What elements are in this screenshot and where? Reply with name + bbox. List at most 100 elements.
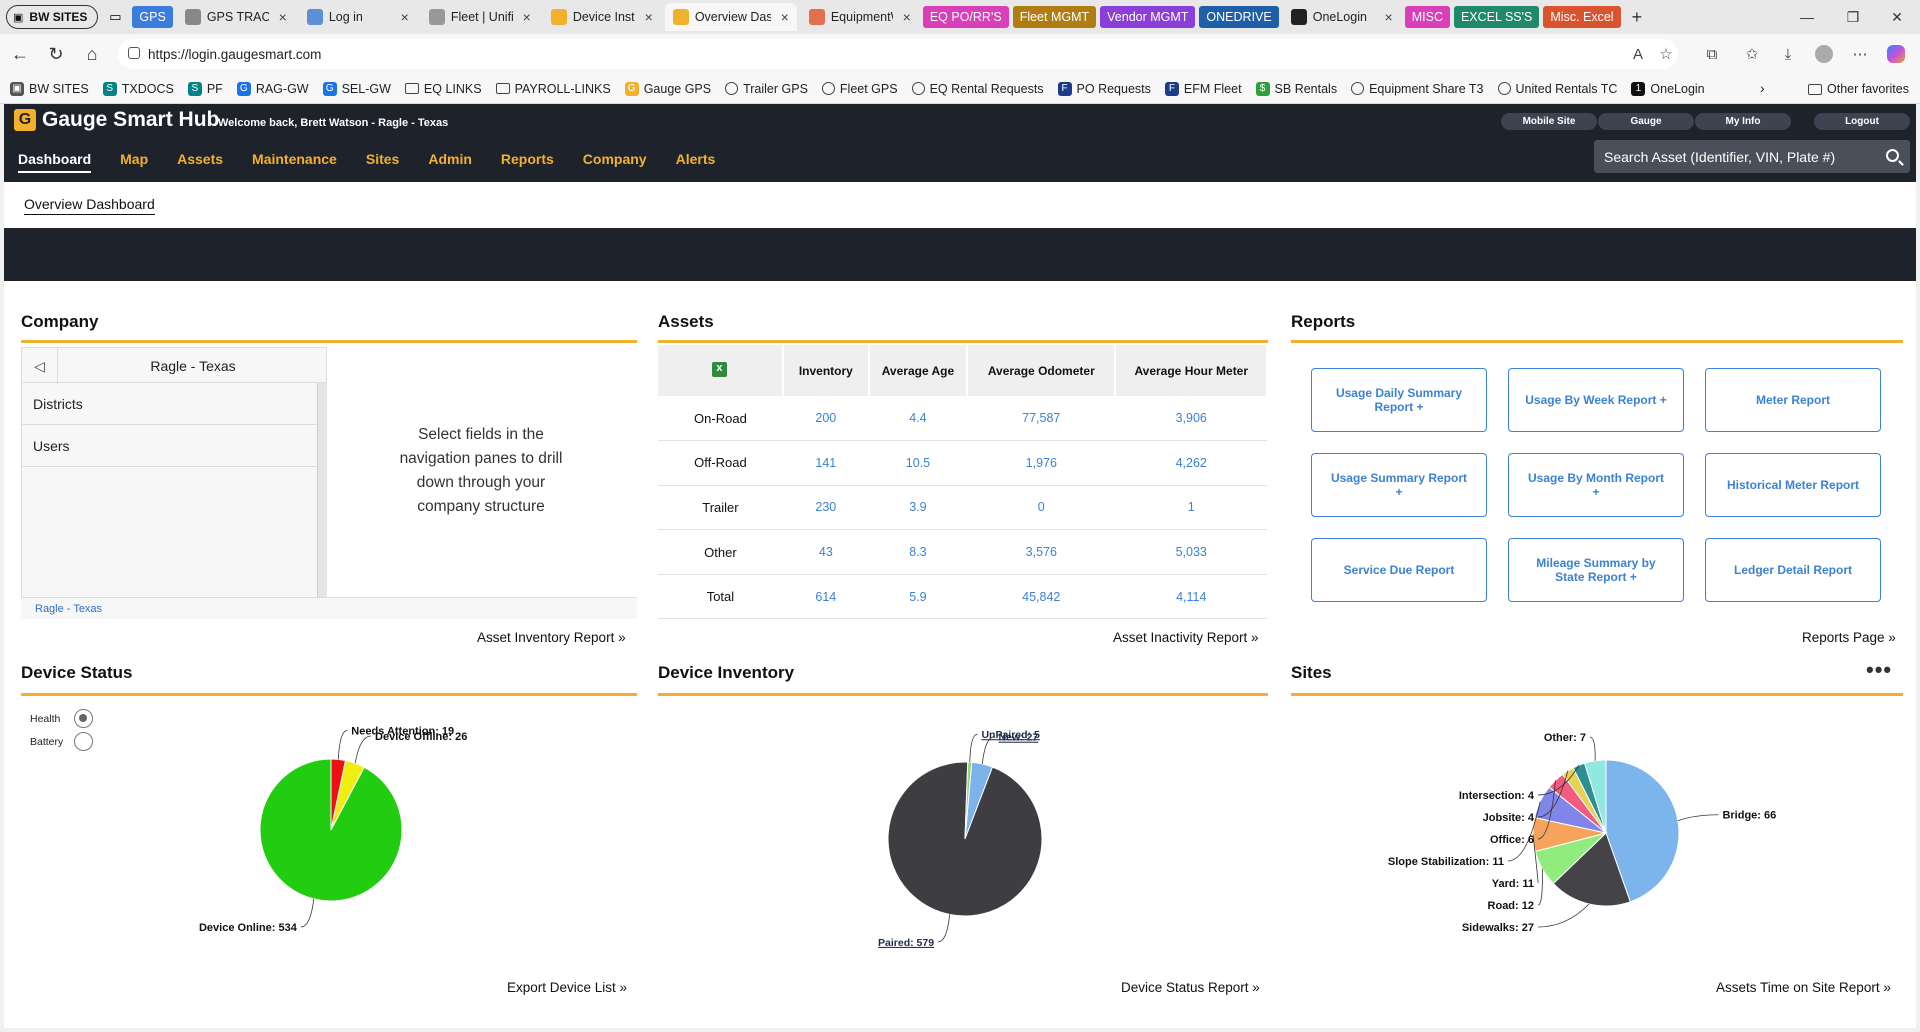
downloads-icon[interactable]: ⤓	[1776, 42, 1800, 66]
col-header[interactable]: Inventory	[782, 345, 870, 396]
close-tab-icon[interactable]: ×	[645, 9, 653, 25]
favorite-star-icon[interactable]: ☆	[1654, 42, 1678, 66]
report-button[interactable]: Ledger Detail Report	[1705, 538, 1881, 602]
favorite-item[interactable]: EQ Rental Requests	[911, 82, 1044, 96]
tab-group-14[interactable]: Misc. Excel	[1543, 6, 1621, 28]
report-button[interactable]: Historical Meter Report	[1705, 453, 1881, 517]
table-cell[interactable]: 10.5	[868, 440, 968, 486]
nav-reports[interactable]: Reports	[501, 151, 554, 173]
company-item-users[interactable]: Users	[21, 425, 317, 467]
favorite-item[interactable]: F PO Requests	[1057, 81, 1151, 96]
tab-group-bw-sites[interactable]: ▣ BW SITES	[6, 5, 99, 29]
assets-time-on-site-report-link[interactable]: Assets Time on Site Report »	[1716, 980, 1891, 995]
favorite-item[interactable]: United Rentals TC	[1497, 82, 1617, 96]
close-tab-icon[interactable]: ×	[401, 9, 409, 25]
browser-tab-2[interactable]: Log in ×	[299, 3, 417, 31]
site-info-icon[interactable]	[128, 47, 140, 59]
tab-group-8[interactable]: Fleet MGMT	[1012, 6, 1097, 28]
close-tab-icon[interactable]: ×	[523, 9, 531, 25]
nav-sites[interactable]: Sites	[366, 151, 399, 173]
nav-assets[interactable]: Assets	[177, 151, 223, 173]
nav-admin[interactable]: Admin	[428, 151, 472, 173]
back-icon[interactable]: ←	[4, 38, 36, 70]
col-header[interactable]: Average Odometer	[967, 345, 1117, 396]
table-cell[interactable]: 3.9	[868, 485, 968, 531]
report-button[interactable]: Service Due Report	[1311, 538, 1487, 602]
back-triangle-icon[interactable]: ◁	[22, 348, 58, 384]
tab-group-10[interactable]: ONEDRIVE	[1199, 6, 1279, 28]
favorite-item[interactable]: ▣ BW SITES	[10, 81, 89, 96]
close-tab-icon[interactable]: ×	[279, 9, 287, 25]
pie-slice[interactable]	[259, 758, 403, 902]
favorite-item[interactable]: G RAG-GW	[236, 81, 309, 96]
sites-menu-icon[interactable]: •••	[1866, 657, 1892, 683]
col-header[interactable]: Average Age	[868, 345, 969, 396]
company-scrollbar[interactable]	[317, 383, 327, 597]
favorite-item[interactable]: 1 OneLogin	[1631, 81, 1705, 96]
profile-icon[interactable]	[1812, 42, 1836, 66]
favorite-item[interactable]: G Gauge GPS	[624, 81, 711, 96]
favorite-item[interactable]: G SEL-GW	[322, 81, 391, 96]
nav-company[interactable]: Company	[583, 151, 647, 173]
tab-group-7[interactable]: EQ PO/RR'S	[922, 6, 1009, 28]
refresh-icon[interactable]: ↻	[40, 38, 72, 70]
table-cell[interactable]: 4,114	[1115, 574, 1267, 620]
favorite-item[interactable]: Equipment Share T3	[1351, 82, 1484, 96]
browser-tab-5[interactable]: Overview Das ×	[664, 3, 797, 31]
tab-group-9[interactable]: Vendor MGMT	[1100, 6, 1196, 28]
report-button[interactable]: Meter Report	[1705, 368, 1881, 432]
favorites-icon[interactable]: ✩	[1740, 42, 1764, 66]
excel-icon[interactable]	[712, 361, 728, 377]
asset-inactivity-report-link[interactable]: Asset Inactivity Report »	[1113, 630, 1259, 645]
favorite-item[interactable]: $ SB Rentals	[1255, 81, 1337, 96]
report-button[interactable]: Usage By Month Report +	[1508, 453, 1684, 517]
search-asset-input[interactable]: Search Asset (Identifier, VIN, Plate #)	[1594, 140, 1910, 173]
close-tab-icon[interactable]: ×	[781, 9, 789, 25]
tab-actions-icon[interactable]: ▭	[101, 9, 129, 25]
table-cell[interactable]: 5.9	[868, 574, 968, 620]
reports-page-link[interactable]: Reports Page »	[1802, 630, 1896, 645]
favorite-item[interactable]: Trailer GPS	[725, 82, 808, 96]
close-window-icon[interactable]: ✕	[1874, 0, 1920, 34]
logout-button[interactable]: Logout	[1814, 113, 1910, 130]
table-cell[interactable]: 1,976	[967, 440, 1116, 486]
nav-maintenance[interactable]: Maintenance	[252, 151, 337, 173]
browser-tab-6[interactable]: EquipmentW ×	[801, 3, 919, 31]
favorite-item[interactable]: EQ LINKS	[404, 82, 482, 96]
export-device-list-link[interactable]: Export Device List »	[507, 980, 627, 995]
table-cell[interactable]: 614	[782, 574, 869, 620]
mobile-site-button[interactable]: Mobile Site	[1501, 113, 1597, 130]
search-icon[interactable]	[1886, 149, 1899, 162]
gauge-button[interactable]: Gauge	[1598, 113, 1694, 130]
report-button[interactable]: Usage Summary Report +	[1311, 453, 1487, 517]
table-cell[interactable]: 8.3	[868, 529, 968, 575]
company-breadcrumb[interactable]: Ragle - Texas	[35, 603, 102, 615]
export-excel-cell[interactable]	[658, 345, 784, 396]
favorite-item[interactable]: Fleet GPS	[821, 82, 898, 96]
table-cell[interactable]: 3,576	[967, 529, 1116, 575]
table-cell[interactable]: 45,842	[967, 574, 1116, 620]
table-cell[interactable]: 1	[1115, 485, 1267, 531]
url-field[interactable]: https://login.gaugesmart.com	[118, 39, 1678, 69]
tab-group-13[interactable]: EXCEL SS'S	[1453, 6, 1540, 28]
table-cell[interactable]: 5,033	[1115, 529, 1267, 575]
asset-inventory-report-link[interactable]: Asset Inventory Report »	[477, 630, 626, 645]
favorite-item[interactable]: S TXDOCS	[102, 81, 174, 96]
restore-icon[interactable]: ❐	[1830, 0, 1876, 34]
device-status-report-link[interactable]: Device Status Report »	[1121, 980, 1260, 995]
table-cell[interactable]: 4.4	[868, 396, 968, 442]
company-item-districts[interactable]: Districts	[21, 383, 317, 425]
nav-map[interactable]: Map	[120, 151, 148, 173]
report-button[interactable]: Usage Daily Summary Report +	[1311, 368, 1487, 432]
other-favorites[interactable]: Other favorites	[1808, 82, 1909, 96]
minimize-icon[interactable]: —	[1784, 0, 1830, 34]
favorite-item[interactable]: F EFM Fleet	[1164, 81, 1242, 96]
report-button[interactable]: Mileage Summary by State Report +	[1508, 538, 1684, 602]
read-aloud-icon[interactable]: A	[1626, 42, 1650, 66]
table-cell[interactable]: 4,262	[1115, 440, 1267, 486]
extensions-icon[interactable]: ⧉	[1700, 42, 1724, 66]
browser-tab-3[interactable]: Fleet | Unified ×	[421, 3, 539, 31]
close-tab-icon[interactable]: ×	[1385, 9, 1393, 25]
browser-tab-1[interactable]: GPS TRACKIN ×	[177, 3, 295, 31]
table-cell[interactable]: 200	[782, 396, 869, 442]
